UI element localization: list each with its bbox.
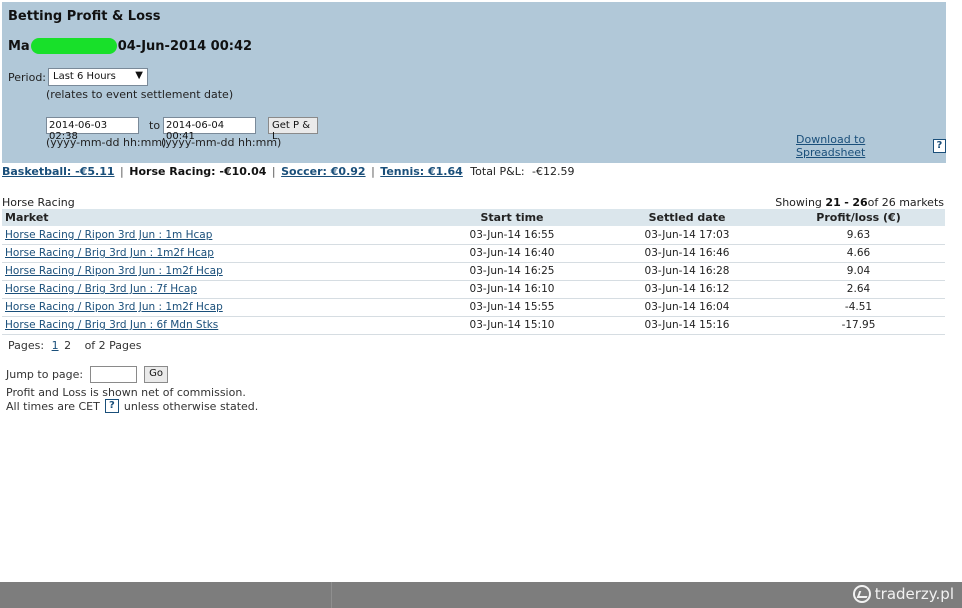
profit-cell: 4.66: [772, 244, 945, 263]
settled-date-cell: 03-Jun-14 16:12: [602, 280, 772, 299]
timezone-note-suffix: unless otherwise stated.: [123, 399, 259, 413]
market-link[interactable]: Horse Racing / Brig 3rd Jun : 7f Hcap: [5, 283, 197, 295]
profit-cell: 9.04: [772, 262, 945, 281]
account-line: Ma 04-Jun-2014 00:42: [8, 38, 252, 54]
market-link[interactable]: Horse Racing / Brig 3rd Jun : 1m2f Hcap: [5, 247, 214, 259]
help-icon[interactable]: ?: [932, 139, 946, 153]
table-row: Horse Racing / Ripon 3rd Jun : 1m Hcap 0…: [2, 226, 945, 245]
showing-count: Showing 21 - 26of 26 markets: [775, 196, 944, 209]
commission-note: Profit and Loss is shown net of commissi…: [6, 386, 246, 399]
showing-prefix: Showing: [775, 196, 822, 209]
bottom-bar: traderzy.pl: [0, 582, 962, 608]
jump-page-input[interactable]: [90, 366, 138, 383]
start-time-cell: 03-Jun-14 15:55: [422, 298, 602, 317]
table-row: Horse Racing / Ripon 3rd Jun : 1m2f Hcap…: [2, 262, 945, 281]
table-row: Horse Racing / Ripon 3rd Jun : 1m2f Hcap…: [2, 298, 945, 317]
page-title: Betting Profit & Loss: [8, 9, 161, 24]
pl-table: Market Start time Settled date Profit/lo…: [2, 209, 945, 335]
profit-column-header: Profit/loss (€): [772, 209, 945, 226]
to-date-input[interactable]: 2014-06-04 00:41: [163, 117, 256, 142]
profit-cell: 2.64: [772, 280, 945, 299]
bar-divider: [331, 582, 332, 608]
redaction-mark: [30, 38, 117, 54]
current-page: 2: [64, 339, 72, 352]
go-button[interactable]: Go: [144, 366, 169, 383]
showing-suffix: of 26 markets: [867, 196, 944, 209]
table-row: Horse Racing / Brig 3rd Jun : 1m2f Hcap …: [2, 244, 945, 263]
settled-date-column-header: Settled date: [602, 209, 772, 226]
settled-date-cell: 03-Jun-14 16:46: [602, 244, 772, 263]
sport-totals: Basketball: -€5.11 | Horse Racing: -€10.…: [2, 165, 575, 178]
range-dash: -: [844, 196, 849, 209]
profit-cell: 9.63: [772, 226, 945, 245]
filter-panel: Betting Profit & Loss Ma 04-Jun-2014 00:…: [2, 2, 946, 163]
profit-cell: -17.95: [772, 316, 945, 335]
soccer-total-link[interactable]: Soccer: €0.92: [281, 165, 365, 178]
separator: |: [271, 165, 276, 178]
start-time-column-header: Start time: [422, 209, 602, 226]
market-link[interactable]: Horse Racing / Ripon 3rd Jun : 1m2f Hcap: [5, 265, 223, 277]
pagination: Pages: 1 2 of 2 Pages: [8, 339, 142, 352]
pages-label: Pages:: [8, 339, 45, 352]
basketball-total-link[interactable]: Basketball: -€5.11: [2, 165, 115, 178]
settled-date-cell: 03-Jun-14 16:28: [602, 262, 772, 281]
to-format-hint: (yyyy-mm-dd hh:mm): [161, 136, 282, 149]
pages-suffix: of 2 Pages: [84, 339, 142, 352]
report-timestamp: 04-Jun-2014 00:42: [117, 38, 253, 54]
download-area: Download to Spreadsheet ?: [796, 133, 946, 159]
start-time-cell: 03-Jun-14 16:55: [422, 226, 602, 245]
range-end: 26: [852, 196, 868, 209]
market-link[interactable]: Horse Racing / Brig 3rd Jun : 6f Mdn Stk…: [5, 319, 218, 331]
to-label: to: [149, 119, 161, 132]
market-link[interactable]: Horse Racing / Ripon 3rd Jun : 1m Hcap: [5, 229, 212, 241]
market-column-header: Market: [2, 209, 422, 226]
account-prefix: Ma: [8, 38, 30, 54]
horse-racing-total: Horse Racing: -€10.04: [129, 165, 267, 178]
from-format-hint: (yyyy-mm-dd hh:mm): [46, 136, 167, 149]
timezone-note-prefix: All times are CET: [6, 399, 100, 413]
market-link[interactable]: Horse Racing / Ripon 3rd Jun : 1m2f Hcap: [5, 301, 223, 313]
settlement-note: (relates to event settlement date): [46, 88, 234, 101]
start-time-cell: 03-Jun-14 15:10: [422, 316, 602, 335]
separator: |: [371, 165, 375, 178]
download-spreadsheet-link[interactable]: Download to Spreadsheet: [796, 133, 928, 159]
separator: |: [120, 165, 124, 178]
period-select[interactable]: Last 6 Hours ▼: [48, 68, 148, 86]
jump-to-page: Jump to page: Go: [6, 366, 169, 383]
watermark-logo-icon: [852, 585, 871, 603]
section-title: Horse Racing: [2, 196, 75, 209]
dropdown-arrow-icon: ▼: [135, 70, 143, 81]
range-start: 21: [825, 196, 841, 209]
settled-date-cell: 03-Jun-14 15:16: [602, 316, 772, 335]
table-header-row: Market Start time Settled date Profit/lo…: [2, 209, 945, 226]
profit-cell: -4.51: [772, 298, 945, 317]
start-time-cell: 03-Jun-14 16:25: [422, 262, 602, 281]
get-pl-button[interactable]: Get P & L: [268, 117, 318, 142]
tennis-total-link[interactable]: Tennis: €1.64: [380, 165, 463, 178]
timezone-note: All times are CET ? unless otherwise sta…: [6, 399, 258, 413]
from-date-input[interactable]: 2014-06-03 02:38: [46, 117, 139, 142]
start-time-cell: 03-Jun-14 16:10: [422, 280, 602, 299]
period-label: Period:: [8, 71, 47, 84]
watermark: traderzy.pl: [852, 585, 954, 603]
table-row: Horse Racing / Brig 3rd Jun : 7f Hcap 03…: [2, 280, 945, 299]
start-time-cell: 03-Jun-14 16:40: [422, 244, 602, 263]
settled-date-cell: 03-Jun-14 16:04: [602, 298, 772, 317]
help-icon[interactable]: ?: [104, 399, 119, 413]
total-pl-value: -€12.59: [532, 165, 575, 178]
page-1-link[interactable]: 1: [52, 339, 59, 352]
watermark-text: traderzy.pl: [874, 585, 954, 603]
settled-date-cell: 03-Jun-14 17:03: [602, 226, 772, 245]
jump-label: Jump to page:: [6, 368, 84, 381]
total-pl-label: Total P&L:: [470, 165, 525, 178]
period-select-value: Last 6 Hours: [53, 71, 116, 82]
table-row: Horse Racing / Brig 3rd Jun : 6f Mdn Stk…: [2, 316, 945, 335]
